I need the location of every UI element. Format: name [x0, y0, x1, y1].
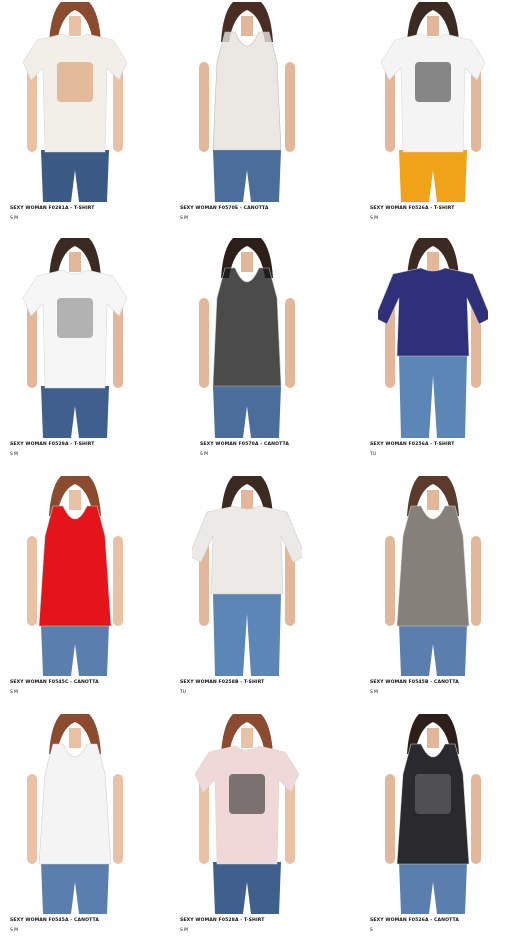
product-image[interactable] — [378, 238, 488, 438]
product-sizes: S M — [200, 452, 208, 457]
product-sizes: S M — [10, 216, 18, 221]
product-sizes: S M — [10, 928, 18, 933]
product-title[interactable]: SEXY WOMAN F0281A - T-SHIRT — [10, 206, 94, 211]
product-image[interactable] — [378, 2, 488, 202]
product-grid: SEXY WOMAN F0281A - T-SHIRT S M SEXY WOMA… — [0, 0, 526, 945]
product-sizes: S M — [10, 690, 18, 695]
product-image[interactable] — [378, 714, 488, 914]
product-image[interactable] — [20, 238, 130, 438]
product-title[interactable]: SEXY WOMAN F0570E - CANOTTA — [180, 206, 269, 211]
product-image[interactable] — [192, 714, 302, 914]
product-sizes: S M — [10, 452, 18, 457]
product-title[interactable]: SEXY WOMAN F0545C - CANOTTA — [10, 680, 99, 685]
product-sizes: TU — [180, 690, 186, 695]
product-title[interactable]: SEXY WOMAN F0545B - CANOTTA — [370, 680, 459, 685]
product-title[interactable]: SEXY WOMAN F0256A - T-SHIRT — [370, 442, 454, 447]
product-image[interactable] — [20, 476, 130, 676]
product-title[interactable]: SEXY WOMAN F0526A - CANOTTA — [370, 918, 459, 923]
product-sizes: S M — [180, 216, 188, 221]
product-image[interactable] — [192, 2, 302, 202]
product-image[interactable] — [378, 476, 488, 676]
product-sizes: TU — [370, 452, 376, 457]
product-image[interactable] — [192, 476, 302, 676]
product-title[interactable]: SEXY WOMAN F0528A - T-SHIRT — [180, 918, 264, 923]
product-title[interactable]: SEXY WOMAN F0526A - T-SHIRT — [370, 206, 454, 211]
product-title[interactable]: SEXY WOMAN F0545A - CANOTTA — [10, 918, 99, 923]
product-sizes: S — [370, 928, 373, 933]
product-sizes: S M — [370, 216, 378, 221]
product-image[interactable] — [20, 2, 130, 202]
product-title[interactable]: SEXY WOMAN F0570A - CANOTTA — [200, 442, 289, 447]
product-sizes: S M — [180, 928, 188, 933]
product-title[interactable]: SEXY WOMAN F0529A - T-SHIRT — [10, 442, 94, 447]
product-title[interactable]: SEXY WOMAN F0258B - T-SHIRT — [180, 680, 264, 685]
product-image[interactable] — [20, 714, 130, 914]
product-sizes: S M — [370, 690, 378, 695]
product-image[interactable] — [192, 238, 302, 438]
